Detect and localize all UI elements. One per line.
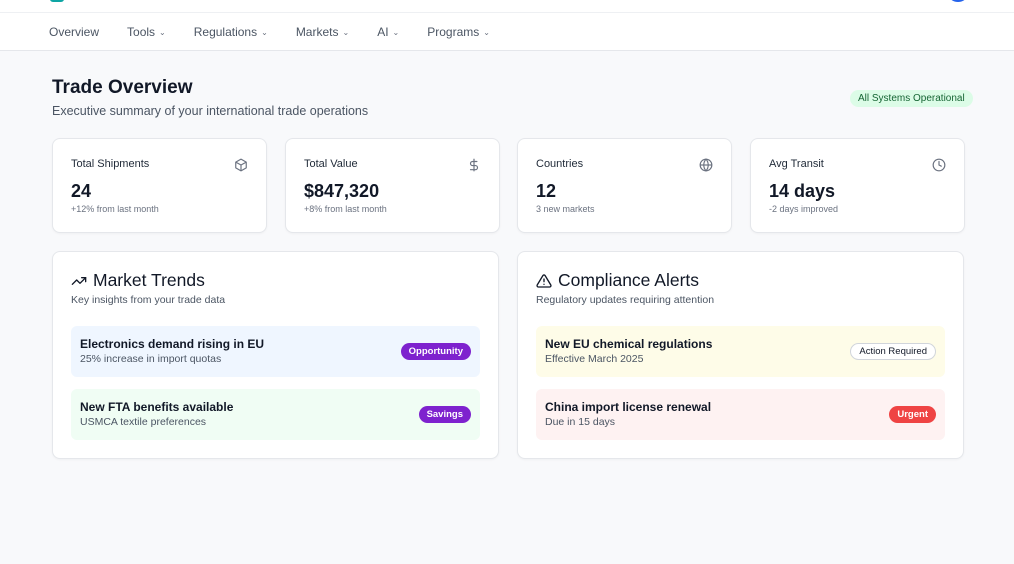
stat-card-total-shipments: Total Shipments 24 +12% from last month — [52, 138, 267, 233]
market-trends-panel: Market Trends Key insights from your tra… — [52, 251, 499, 459]
trend-item-subtitle: USMCA textile preferences — [80, 416, 207, 428]
alert-item[interactable]: China import license renewal Due in 15 d… — [536, 389, 945, 440]
trending-up-icon — [71, 276, 87, 285]
top-header-strip — [0, 0, 1014, 13]
stat-value: 14 days — [769, 181, 836, 201]
nav-item-programs[interactable]: Programs ⌄ — [427, 25, 490, 39]
panel-subtitle: Key insights from your trade data — [71, 294, 226, 306]
compliance-alerts-panel: Compliance Alerts Regulatory updates req… — [517, 251, 964, 459]
stat-label: Total Value — [304, 158, 358, 170]
globe-icon — [699, 158, 713, 172]
chevron-down-icon: ⌄ — [342, 27, 350, 37]
main-nav: Overview Tools ⌄ Regulations ⌄ Markets ⌄… — [0, 13, 1014, 51]
stat-note: 3 new markets — [536, 204, 595, 214]
stat-card-avg-transit: Avg Transit 14 days -2 days improved — [750, 138, 965, 233]
status-badge: All Systems Operational — [850, 90, 973, 107]
trend-item-title: Electronics demand rising in EU — [80, 337, 265, 351]
stat-card-total-value: Total Value $847,320 +8% from last month — [285, 138, 500, 233]
nav-item-regulations[interactable]: Regulations ⌄ — [194, 25, 268, 39]
nav-item-label: AI — [377, 24, 389, 39]
nav-item-label: Tools — [127, 24, 156, 39]
nav-item-label: Regulations — [193, 24, 258, 39]
page-subtitle: Executive summary of your international … — [52, 104, 369, 118]
chevron-down-icon: ⌄ — [483, 27, 490, 37]
savings-badge: Savings — [418, 406, 471, 423]
alert-item-title: China import license renewal — [545, 400, 712, 414]
nav-item-label: Markets — [295, 24, 339, 39]
action-required-badge: Action Required — [850, 343, 936, 360]
panel-title: Market Trends — [93, 270, 205, 290]
clock-icon — [932, 158, 946, 172]
nav-item-label: Programs — [427, 24, 480, 39]
alert-item-subtitle: Due in 15 days — [545, 416, 616, 428]
stat-note: +8% from last month — [304, 204, 387, 214]
opportunity-badge: Opportunity — [400, 343, 471, 360]
page-title: Trade Overview — [52, 77, 193, 98]
alert-item-title: New EU chemical regulations — [545, 337, 713, 351]
panel-header: Market Trends — [71, 270, 205, 291]
dollar-icon — [469, 158, 479, 172]
chevron-down-icon: ⌄ — [392, 27, 400, 37]
stat-card-countries: Countries 12 3 new markets — [517, 138, 732, 233]
logo[interactable] — [50, 0, 64, 2]
nav-item-overview[interactable]: Overview — [49, 25, 99, 39]
avatar[interactable] — [950, 0, 966, 2]
chevron-down-icon: ⌄ — [159, 27, 166, 37]
chevron-down-icon: ⌄ — [261, 27, 268, 37]
panel-subtitle: Regulatory updates requiring attention — [536, 294, 715, 306]
trend-item-title: New FTA benefits available — [80, 400, 234, 414]
trend-item-subtitle: 25% increase in import quotas — [80, 353, 222, 365]
urgent-badge: Urgent — [889, 406, 936, 423]
nav-item-tools[interactable]: Tools ⌄ — [127, 25, 166, 39]
stat-value: 24 — [71, 181, 92, 201]
panel-header: Compliance Alerts — [536, 270, 699, 291]
alert-item-subtitle: Effective March 2025 — [545, 353, 644, 365]
nav-item-markets[interactable]: Markets ⌄ — [296, 25, 349, 39]
package-icon — [235, 158, 247, 172]
trend-item[interactable]: Electronics demand rising in EU 25% incr… — [71, 326, 480, 377]
stat-label: Avg Transit — [769, 158, 824, 170]
stat-label: Countries — [536, 158, 584, 170]
nav-item-ai[interactable]: AI ⌄ — [377, 25, 399, 39]
stat-value: $847,320 — [304, 181, 380, 201]
nav-item-label: Overview — [49, 24, 100, 39]
stat-note: -2 days improved — [769, 204, 839, 214]
panel-title: Compliance Alerts — [558, 270, 700, 290]
alert-triangle-icon — [536, 273, 552, 288]
alert-item[interactable]: New EU chemical regulations Effective Ma… — [536, 326, 945, 377]
stat-label: Total Shipments — [71, 158, 150, 170]
stat-note: +12% from last month — [71, 204, 159, 214]
trend-item[interactable]: New FTA benefits available USMCA textile… — [71, 389, 480, 440]
stat-value: 12 — [536, 181, 557, 201]
